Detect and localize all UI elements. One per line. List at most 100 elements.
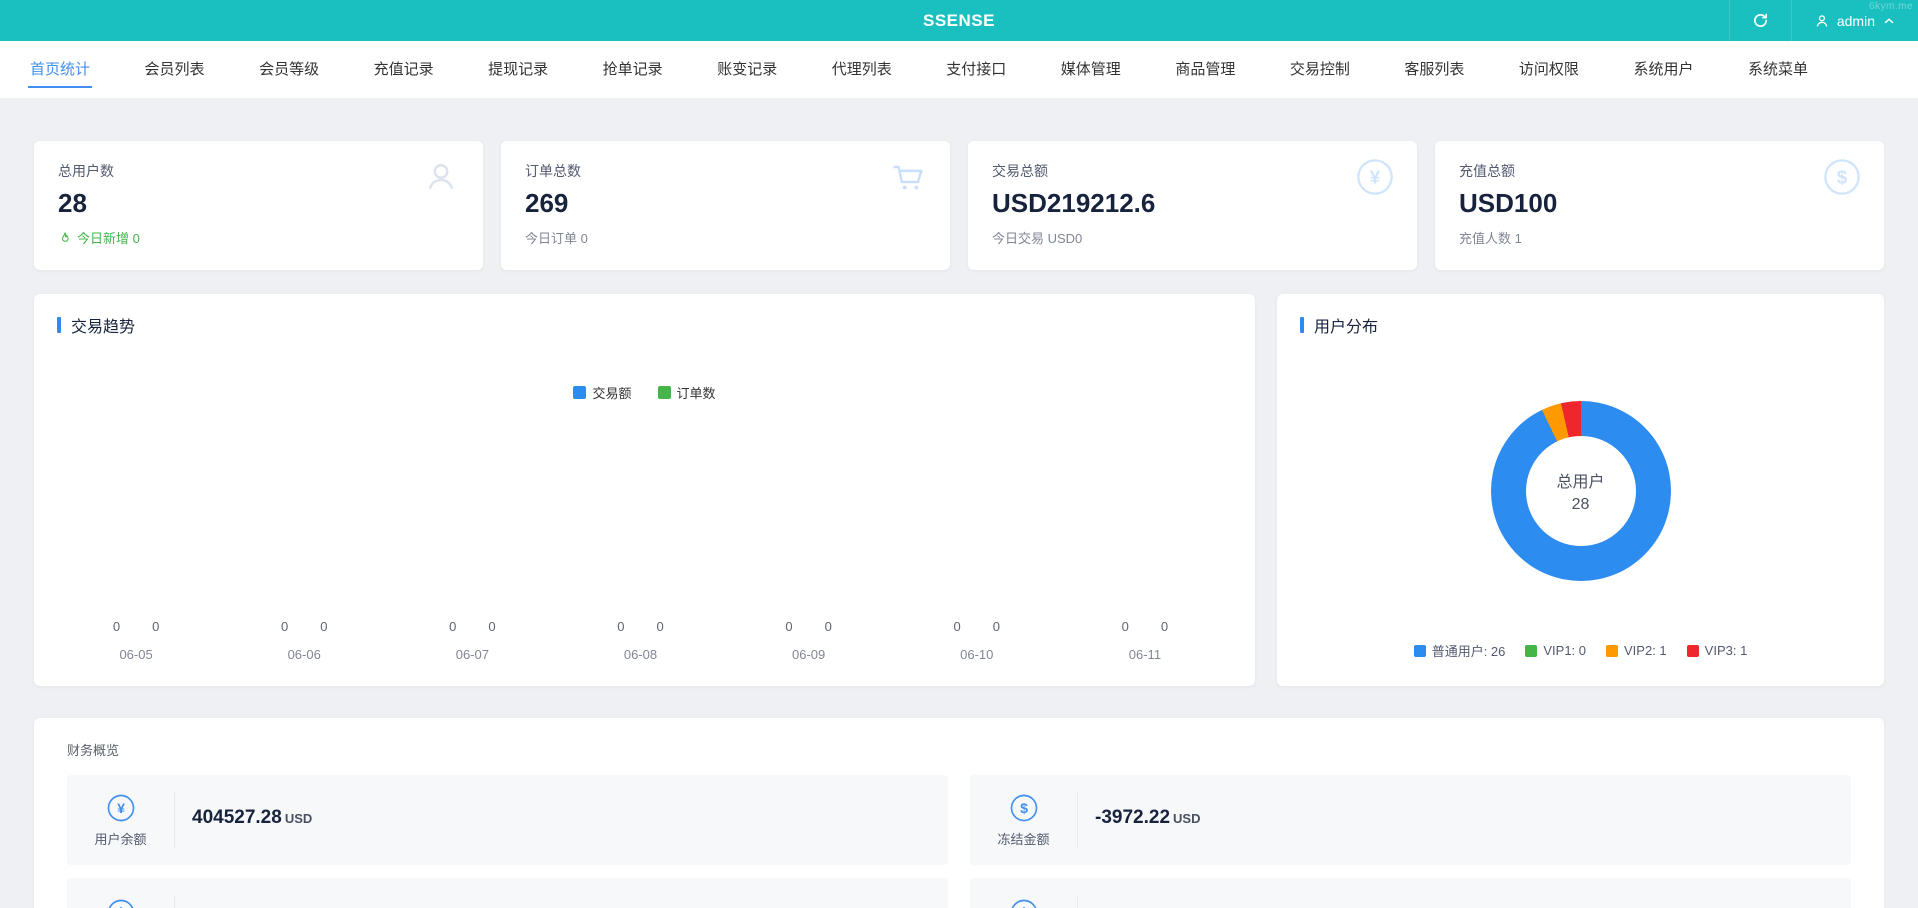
app-header: 6kym.me SSENSE admin — [0, 0, 1918, 41]
chevron-up-icon — [1882, 14, 1896, 28]
axis-tick-label: 06-06 — [287, 647, 321, 662]
user-icon — [421, 157, 461, 197]
axis-tick-label: 06-10 — [960, 647, 994, 662]
nav-tab-15[interactable]: 系统菜单 — [1746, 51, 1810, 88]
trend-legend: 交易额 订单数 — [57, 383, 1232, 402]
dollar-circle-icon: $ — [1822, 157, 1862, 197]
donut-legend-item-0[interactable]: 普通用户: 26 — [1413, 641, 1506, 660]
plus-circle-icon — [1009, 898, 1039, 908]
nav-tab-8[interactable]: 支付接口 — [944, 51, 1008, 88]
nav-tab-12[interactable]: 客服列表 — [1402, 51, 1466, 88]
finance-row-currency: USD — [284, 811, 313, 826]
nav-tab-14[interactable]: 系统用户 — [1631, 51, 1695, 88]
nav-tab-6[interactable]: 账变记录 — [715, 51, 779, 88]
divider — [1077, 895, 1078, 908]
axis-group-0: 0 0 06-05 — [52, 619, 220, 662]
finance-row-2: 100USD — [67, 878, 948, 908]
legend-label: VIP3: 1 — [1704, 643, 1748, 658]
distribution-title-text: 用户分布 — [1314, 319, 1379, 336]
donut-legend-item-2[interactable]: VIP2: 1 — [1606, 641, 1667, 660]
nav-tab-7[interactable]: 代理列表 — [830, 51, 894, 88]
stat-card-sub-text: 今日订单 0 — [525, 231, 588, 246]
nav-tab-2[interactable]: 会员等级 — [257, 51, 321, 88]
flame-icon — [58, 231, 72, 245]
user-distribution-panel: 用户分布 总用户 28 普通用户: 26 VIP1: 0 VIP2: 1 VIP3: … — [1277, 294, 1884, 686]
legend-label: 普通用户: 26 — [1431, 644, 1506, 659]
nav-tab-11[interactable]: 交易控制 — [1288, 51, 1352, 88]
cart-icon — [888, 157, 928, 197]
finance-row-value: -3972.22 — [1095, 807, 1171, 828]
donut-area: 总用户 28 — [1300, 401, 1861, 581]
donut-chart: 总用户 28 — [1490, 401, 1671, 581]
trend-x-axis: 0 0 06-05 0 0 06-06 0 0 06-07 0 0 06-08 0 0 06-09 0 0 06-… — [52, 619, 1229, 662]
title-accent-bar — [1300, 317, 1304, 333]
stat-card-title: 订单总数 — [525, 163, 581, 179]
legend-item-0[interactable]: 交易额 — [573, 383, 632, 402]
svg-text:¥: ¥ — [117, 801, 125, 817]
axis-value: 0 — [320, 619, 328, 634]
donut-legend-item-3[interactable]: VIP3: 1 — [1686, 641, 1748, 660]
axis-tick-label: 06-09 — [792, 647, 826, 662]
axis-value-labels: 00 — [556, 619, 724, 634]
nav-tab-10[interactable]: 商品管理 — [1173, 51, 1237, 88]
axis-value: 0 — [992, 619, 1000, 634]
header-actions: admin — [1728, 0, 1918, 41]
stat-card-3: 充值总额 USD100 充值人数 1 $ — [1435, 141, 1884, 270]
axis-group-5: 0 0 06-10 — [893, 619, 1061, 662]
finance-row-value: 404527.28 — [192, 807, 282, 828]
nav-tab-13[interactable]: 访问权限 — [1517, 51, 1581, 88]
legend-swatch — [657, 386, 671, 399]
user-menu-button[interactable]: admin — [1790, 0, 1918, 41]
stat-card-value: USD100 — [1459, 188, 1558, 218]
axis-value: 0 — [617, 619, 625, 634]
axis-value: 0 — [656, 619, 664, 634]
axis-value: 0 — [152, 619, 160, 634]
legend-swatch — [1525, 644, 1538, 657]
axis-value: 0 — [280, 619, 289, 634]
axis-group-3: 0 0 06-08 — [556, 619, 724, 662]
axis-group-4: 0 0 06-09 — [725, 619, 893, 662]
stat-card-2: 交易总额 USD219212.6 今日交易 USD0 ¥ — [968, 141, 1417, 270]
stat-card-row: 总用户数 28 今日新增 0 订单总数 269 今日订单 0 交易总额 USD219212.6… — [34, 141, 1884, 270]
legend-swatch — [1606, 644, 1619, 657]
distribution-panel-title: 用户分布 — [1300, 313, 1861, 337]
finance-row-icon-col: ¥ 用户余额 — [67, 793, 174, 848]
finance-row-label: 用户余额 — [94, 831, 147, 847]
stat-card-sub: 充值人数 1 — [1459, 228, 1860, 247]
trend-title-text: 交易趋势 — [71, 319, 136, 336]
finance-row-label: 冻结金额 — [997, 831, 1050, 847]
trend-panel-title: 交易趋势 — [57, 313, 1232, 337]
axis-value-labels: 00 — [52, 619, 220, 634]
stat-card-title: 交易总额 — [992, 163, 1048, 179]
axis-value: 0 — [1121, 619, 1129, 634]
axis-tick-label: 06-05 — [119, 647, 153, 662]
finance-row-3: 200USD — [970, 878, 1851, 908]
charts-row: 交易趋势 交易额 订单数 0 0 06-05 0 0 06-06 0 0 06-07 0 0 06-08… — [34, 294, 1884, 686]
legend-swatch — [573, 386, 587, 399]
finance-row-value-wrap: -3972.22 USD — [1078, 807, 1200, 829]
app-title: SSENSE — [923, 10, 995, 30]
legend-label: VIP2: 1 — [1624, 643, 1667, 658]
legend-item-1[interactable]: 订单数 — [657, 383, 716, 402]
stat-card-sub: 今日交易 USD0 — [992, 228, 1393, 247]
axis-value: 0 — [785, 619, 793, 634]
nav-tab-5[interactable]: 抢单记录 — [601, 51, 665, 88]
finance-row-icon-col: $ 冻结金额 — [970, 793, 1077, 848]
stat-card-title: 总用户数 — [58, 163, 114, 179]
legend-label: 订单数 — [676, 386, 716, 401]
svg-text:$: $ — [1837, 168, 1848, 189]
legend-swatch — [1686, 644, 1699, 657]
username: admin — [1836, 12, 1875, 29]
stat-card-value: USD219212.6 — [992, 188, 1156, 218]
nav-tab-0[interactable]: 首页统计 — [28, 51, 93, 88]
plus-circle-icon — [106, 898, 136, 908]
stat-card-value: 28 — [58, 188, 87, 218]
svg-text:¥: ¥ — [1370, 168, 1381, 189]
person-icon — [1814, 13, 1830, 29]
nav-tab-9[interactable]: 媒体管理 — [1059, 51, 1123, 88]
nav-tab-1[interactable]: 会员列表 — [143, 51, 207, 88]
nav-tab-4[interactable]: 提现记录 — [486, 51, 550, 88]
donut-legend-item-1[interactable]: VIP1: 0 — [1525, 641, 1586, 660]
nav-tab-3[interactable]: 充值记录 — [372, 51, 436, 88]
refresh-button[interactable] — [1728, 0, 1791, 41]
